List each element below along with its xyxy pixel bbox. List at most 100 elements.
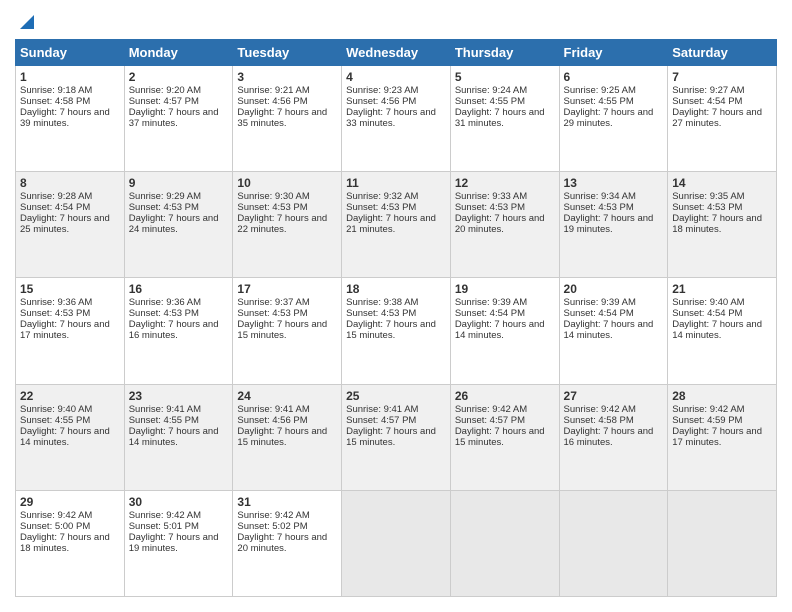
- sunrise: Sunrise: 9:38 AM: [346, 297, 418, 308]
- calendar-week-row: 15Sunrise: 9:36 AMSunset: 4:53 PMDayligh…: [16, 278, 777, 384]
- daylight: Daylight: 7 hours and 35 minutes.: [237, 107, 327, 129]
- day-number: 13: [564, 176, 664, 190]
- sunset: Sunset: 5:02 PM: [237, 521, 307, 532]
- sunrise: Sunrise: 9:24 AM: [455, 85, 527, 96]
- calendar-table: SundayMondayTuesdayWednesdayThursdayFrid…: [15, 39, 777, 597]
- day-number: 19: [455, 282, 555, 296]
- sunrise: Sunrise: 9:42 AM: [237, 510, 309, 521]
- calendar-cell: [559, 490, 668, 596]
- sunrise: Sunrise: 9:21 AM: [237, 85, 309, 96]
- day-number: 2: [129, 70, 229, 84]
- calendar-cell: 25Sunrise: 9:41 AMSunset: 4:57 PMDayligh…: [342, 384, 451, 490]
- daylight: Daylight: 7 hours and 25 minutes.: [20, 213, 110, 235]
- sunrise: Sunrise: 9:25 AM: [564, 85, 636, 96]
- sunrise: Sunrise: 9:42 AM: [672, 404, 744, 415]
- calendar-cell: 5Sunrise: 9:24 AMSunset: 4:55 PMDaylight…: [450, 66, 559, 172]
- daylight: Daylight: 7 hours and 17 minutes.: [672, 426, 762, 448]
- calendar-cell: [450, 490, 559, 596]
- sunset: Sunset: 4:55 PM: [455, 96, 525, 107]
- calendar-cell: 11Sunrise: 9:32 AMSunset: 4:53 PMDayligh…: [342, 172, 451, 278]
- calendar-cell: 27Sunrise: 9:42 AMSunset: 4:58 PMDayligh…: [559, 384, 668, 490]
- sunrise: Sunrise: 9:41 AM: [237, 404, 309, 415]
- calendar-cell: 29Sunrise: 9:42 AMSunset: 5:00 PMDayligh…: [16, 490, 125, 596]
- sunrise: Sunrise: 9:42 AM: [455, 404, 527, 415]
- daylight: Daylight: 7 hours and 37 minutes.: [129, 107, 219, 129]
- sunrise: Sunrise: 9:30 AM: [237, 191, 309, 202]
- daylight: Daylight: 7 hours and 14 minutes.: [564, 319, 654, 341]
- daylight: Daylight: 7 hours and 16 minutes.: [129, 319, 219, 341]
- sunset: Sunset: 4:53 PM: [346, 308, 416, 319]
- daylight: Daylight: 7 hours and 14 minutes.: [129, 426, 219, 448]
- sunset: Sunset: 4:58 PM: [20, 96, 90, 107]
- day-number: 31: [237, 495, 337, 509]
- daylight: Daylight: 7 hours and 39 minutes.: [20, 107, 110, 129]
- page: SundayMondayTuesdayWednesdayThursdayFrid…: [0, 0, 792, 612]
- day-number: 26: [455, 389, 555, 403]
- daylight: Daylight: 7 hours and 15 minutes.: [346, 319, 436, 341]
- sunrise: Sunrise: 9:42 AM: [129, 510, 201, 521]
- daylight: Daylight: 7 hours and 15 minutes.: [346, 426, 436, 448]
- sunset: Sunset: 5:00 PM: [20, 521, 90, 532]
- daylight: Daylight: 7 hours and 15 minutes.: [455, 426, 545, 448]
- sunset: Sunset: 4:54 PM: [455, 308, 525, 319]
- day-number: 15: [20, 282, 120, 296]
- sunrise: Sunrise: 9:34 AM: [564, 191, 636, 202]
- day-number: 23: [129, 389, 229, 403]
- day-number: 6: [564, 70, 664, 84]
- calendar-cell: 10Sunrise: 9:30 AMSunset: 4:53 PMDayligh…: [233, 172, 342, 278]
- sunrise: Sunrise: 9:41 AM: [346, 404, 418, 415]
- calendar-header-tuesday: Tuesday: [233, 40, 342, 66]
- daylight: Daylight: 7 hours and 16 minutes.: [564, 426, 654, 448]
- sunset: Sunset: 4:57 PM: [455, 415, 525, 426]
- sunrise: Sunrise: 9:29 AM: [129, 191, 201, 202]
- calendar-cell: 14Sunrise: 9:35 AMSunset: 4:53 PMDayligh…: [668, 172, 777, 278]
- day-number: 25: [346, 389, 446, 403]
- calendar-cell: 20Sunrise: 9:39 AMSunset: 4:54 PMDayligh…: [559, 278, 668, 384]
- sunset: Sunset: 4:53 PM: [237, 202, 307, 213]
- daylight: Daylight: 7 hours and 21 minutes.: [346, 213, 436, 235]
- sunrise: Sunrise: 9:33 AM: [455, 191, 527, 202]
- daylight: Daylight: 7 hours and 15 minutes.: [237, 426, 327, 448]
- sunset: Sunset: 4:57 PM: [129, 96, 199, 107]
- calendar-cell: 21Sunrise: 9:40 AMSunset: 4:54 PMDayligh…: [668, 278, 777, 384]
- sunrise: Sunrise: 9:40 AM: [20, 404, 92, 415]
- calendar-week-row: 22Sunrise: 9:40 AMSunset: 4:55 PMDayligh…: [16, 384, 777, 490]
- calendar-cell: 12Sunrise: 9:33 AMSunset: 4:53 PMDayligh…: [450, 172, 559, 278]
- day-number: 16: [129, 282, 229, 296]
- daylight: Daylight: 7 hours and 27 minutes.: [672, 107, 762, 129]
- daylight: Daylight: 7 hours and 14 minutes.: [672, 319, 762, 341]
- day-number: 1: [20, 70, 120, 84]
- sunset: Sunset: 4:53 PM: [129, 202, 199, 213]
- calendar-header-monday: Monday: [124, 40, 233, 66]
- sunset: Sunset: 4:53 PM: [346, 202, 416, 213]
- sunrise: Sunrise: 9:40 AM: [672, 297, 744, 308]
- sunrise: Sunrise: 9:39 AM: [455, 297, 527, 308]
- day-number: 3: [237, 70, 337, 84]
- day-number: 20: [564, 282, 664, 296]
- daylight: Daylight: 7 hours and 14 minutes.: [20, 426, 110, 448]
- calendar-cell: 13Sunrise: 9:34 AMSunset: 4:53 PMDayligh…: [559, 172, 668, 278]
- day-number: 8: [20, 176, 120, 190]
- sunrise: Sunrise: 9:35 AM: [672, 191, 744, 202]
- calendar-cell: 4Sunrise: 9:23 AMSunset: 4:56 PMDaylight…: [342, 66, 451, 172]
- calendar-body: 1Sunrise: 9:18 AMSunset: 4:58 PMDaylight…: [16, 66, 777, 597]
- calendar-cell: 2Sunrise: 9:20 AMSunset: 4:57 PMDaylight…: [124, 66, 233, 172]
- daylight: Daylight: 7 hours and 20 minutes.: [455, 213, 545, 235]
- calendar-cell: 28Sunrise: 9:42 AMSunset: 4:59 PMDayligh…: [668, 384, 777, 490]
- sunset: Sunset: 5:01 PM: [129, 521, 199, 532]
- sunrise: Sunrise: 9:20 AM: [129, 85, 201, 96]
- day-number: 18: [346, 282, 446, 296]
- day-number: 24: [237, 389, 337, 403]
- logo: [15, 15, 38, 29]
- sunset: Sunset: 4:53 PM: [237, 308, 307, 319]
- calendar-cell: 18Sunrise: 9:38 AMSunset: 4:53 PMDayligh…: [342, 278, 451, 384]
- header: [15, 15, 777, 29]
- day-number: 22: [20, 389, 120, 403]
- daylight: Daylight: 7 hours and 18 minutes.: [672, 213, 762, 235]
- sunrise: Sunrise: 9:39 AM: [564, 297, 636, 308]
- sunset: Sunset: 4:58 PM: [564, 415, 634, 426]
- sunset: Sunset: 4:56 PM: [346, 96, 416, 107]
- day-number: 11: [346, 176, 446, 190]
- sunset: Sunset: 4:55 PM: [564, 96, 634, 107]
- sunset: Sunset: 4:53 PM: [129, 308, 199, 319]
